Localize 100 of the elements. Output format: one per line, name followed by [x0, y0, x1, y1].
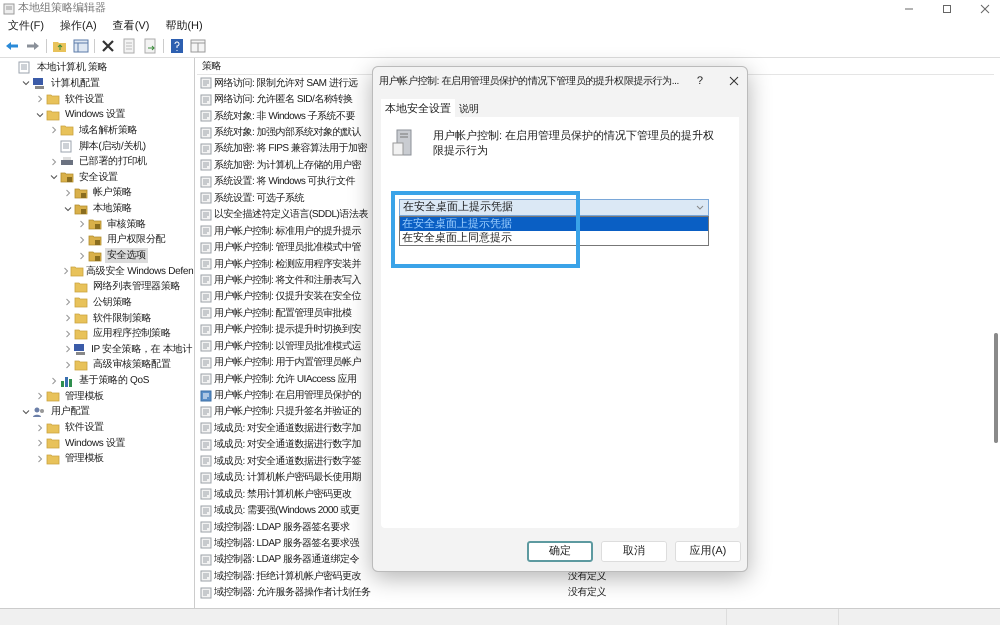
- properties-icon[interactable]: [121, 38, 137, 54]
- tree-item[interactable]: 计算机配置: [49, 76, 102, 91]
- tree-item[interactable]: IP 安全策略，在 本地计: [89, 342, 194, 357]
- tree-item[interactable]: 软件设置: [63, 92, 106, 107]
- tree-item[interactable]: 高级审核策略配置: [91, 357, 173, 372]
- scrollbar-thumb[interactable]: [994, 333, 998, 443]
- policy-icon: [200, 373, 212, 386]
- printer-icon: [60, 156, 74, 168]
- policy-name[interactable]: 域控制器: 拒绝计算机帐户密码更改: [214, 568, 568, 584]
- policy-icon: [200, 126, 212, 139]
- tree-item[interactable]: 安全选项: [105, 248, 148, 263]
- chevron-right-icon[interactable]: [36, 95, 44, 104]
- folder-icon: [46, 390, 60, 402]
- server-icon: [391, 129, 413, 157]
- tree-item[interactable]: 高级安全 Windows Defen: [84, 264, 194, 279]
- tree-item[interactable]: 已部署的打印机: [77, 154, 149, 170]
- document-icon: [60, 140, 72, 153]
- chevron-down-icon[interactable]: [22, 79, 30, 88]
- folder-icon: [74, 202, 88, 215]
- delete-icon[interactable]: [100, 38, 116, 54]
- chevron-right-icon[interactable]: [50, 158, 58, 166]
- tree-item[interactable]: 管理模板: [63, 451, 106, 466]
- policy-icon: [200, 176, 212, 188]
- menu-item[interactable]: 帮助(H): [165, 18, 203, 34]
- policy-icon: [200, 242, 212, 254]
- tree-item[interactable]: 基于策略的 QoS: [77, 373, 152, 388]
- tree-item[interactable]: 帐户策略: [91, 185, 134, 200]
- dialog-title: 用户帐户控制: 在启用管理员保护的情况下管理员的提升权限提示行为...: [379, 74, 679, 88]
- tree-item[interactable]: 网络列表管理器策略: [91, 279, 182, 294]
- policy-description: 用户帐户控制: 在启用管理员保护的情况下管理员的提升权限提示行为: [433, 129, 716, 159]
- tree-item[interactable]: 公钥策略: [91, 294, 134, 310]
- dialog-button[interactable]: 取消: [601, 541, 667, 562]
- dropdown[interactable]: 在安全桌面上提示凭据: [399, 199, 709, 216]
- tree-item[interactable]: Windows 设置: [63, 436, 128, 451]
- folder-icon: [74, 358, 88, 371]
- console-icon[interactable]: [190, 38, 206, 54]
- tree-item[interactable]: 用户配置: [49, 404, 92, 420]
- policy-icon: [200, 390, 212, 402]
- policy-icon: [200, 570, 212, 582]
- close-icon[interactable]: [729, 76, 739, 86]
- tree-item[interactable]: 软件限制策略: [91, 310, 154, 326]
- folder-icon: [60, 124, 74, 136]
- document-icon: [18, 61, 30, 74]
- panel-icon[interactable]: [73, 38, 89, 54]
- tree-item[interactable]: 软件设置: [63, 420, 106, 436]
- dialog-button[interactable]: 确定: [527, 541, 593, 562]
- dropdown-option[interactable]: 在安全桌面上同意提示: [400, 231, 708, 245]
- policy-icon: [200, 537, 212, 550]
- menu-item[interactable]: 文件(F): [8, 18, 44, 34]
- menu-item[interactable]: 查看(V): [112, 18, 150, 34]
- tree-item[interactable]: 域名解析策略: [77, 122, 140, 138]
- tree-item[interactable]: 安全设置: [77, 170, 120, 185]
- help-icon[interactable]: [169, 38, 185, 54]
- policy-icon: [200, 192, 212, 204]
- tree-item[interactable]: 脚本(启动/关机): [77, 138, 148, 154]
- menu-item[interactable]: 操作(A): [60, 18, 97, 34]
- folder-icon: [46, 93, 60, 106]
- policy-icon: [200, 340, 212, 352]
- tree-item[interactable]: Windows 设置: [63, 107, 128, 122]
- export-icon[interactable]: [142, 38, 158, 54]
- chevron-down-icon[interactable]: [50, 173, 58, 182]
- column-header[interactable]: 策略: [197, 58, 221, 74]
- users-icon: [32, 406, 46, 418]
- chevron-down-icon[interactable]: [22, 408, 30, 416]
- policy-icon: [200, 290, 212, 303]
- folder-icon: [88, 218, 102, 230]
- chevron-down-icon: [696, 204, 704, 210]
- maximize-icon[interactable]: [942, 4, 952, 14]
- chevron-right-icon[interactable]: [64, 188, 72, 197]
- folder-icon: [88, 250, 102, 262]
- tab[interactable]: 说明: [455, 102, 483, 117]
- tree-item[interactable]: 审核策略: [105, 216, 148, 232]
- computer-icon: [32, 76, 46, 90]
- policy-icon: [200, 488, 212, 500]
- policy-icon: [200, 324, 212, 336]
- folder-icon: [46, 452, 60, 465]
- tab[interactable]: 本地安全设置: [381, 99, 455, 117]
- tree-item[interactable]: 本地策略: [91, 201, 134, 216]
- setting-value: 没有定义: [568, 586, 606, 600]
- chevron-right-icon[interactable]: [50, 126, 58, 134]
- folder-icon: [74, 280, 88, 293]
- folder-icon: [70, 265, 84, 278]
- tree-item[interactable]: 用户权限分配: [105, 232, 168, 248]
- policy-name[interactable]: 域控制器: 允许服务器操作者计划任务: [214, 585, 568, 600]
- folder-icon: [74, 296, 88, 308]
- tree-item[interactable]: 管理模板: [63, 388, 106, 404]
- tree-item[interactable]: 应用程序控制策略: [91, 326, 173, 342]
- tree-item[interactable]: 本地计算机 策略: [35, 60, 110, 76]
- folder-icon: [60, 171, 74, 184]
- chevron-down-icon[interactable]: [64, 204, 72, 213]
- folder-icon: [74, 186, 88, 199]
- policy-icon: [200, 142, 212, 155]
- policy-icon: [200, 274, 212, 286]
- policy-icon: [200, 225, 212, 238]
- chevron-down-icon[interactable]: [36, 110, 44, 119]
- help-button[interactable]: ?: [690, 72, 703, 90]
- policy-icon: [200, 455, 212, 468]
- dialog-button[interactable]: 应用(A): [675, 541, 741, 562]
- dropdown-option[interactable]: 在安全桌面上提示凭据: [400, 217, 708, 231]
- close-icon[interactable]: [980, 4, 990, 14]
